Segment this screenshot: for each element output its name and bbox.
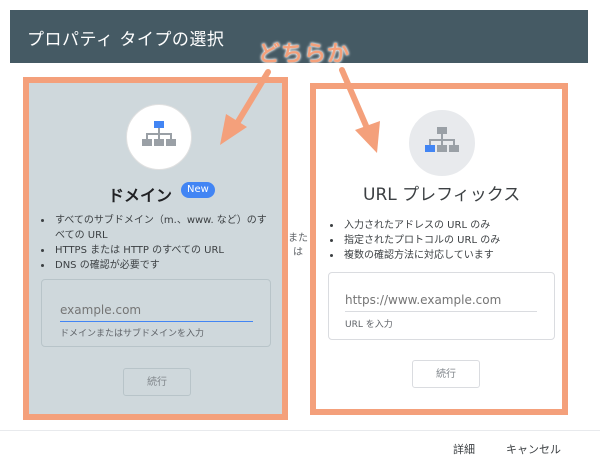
- cancel-button[interactable]: キャンセル: [506, 441, 561, 457]
- annotation-arrows: [220, 67, 380, 153]
- arrow-right-shaft: [339, 67, 370, 131]
- arrow-right-head-icon: [355, 121, 380, 153]
- details-button[interactable]: 詳細: [453, 441, 475, 457]
- footer-divider: [0, 430, 600, 431]
- arrow-left-shaft: [233, 69, 271, 128]
- annotation-label: どちらか: [258, 42, 351, 67]
